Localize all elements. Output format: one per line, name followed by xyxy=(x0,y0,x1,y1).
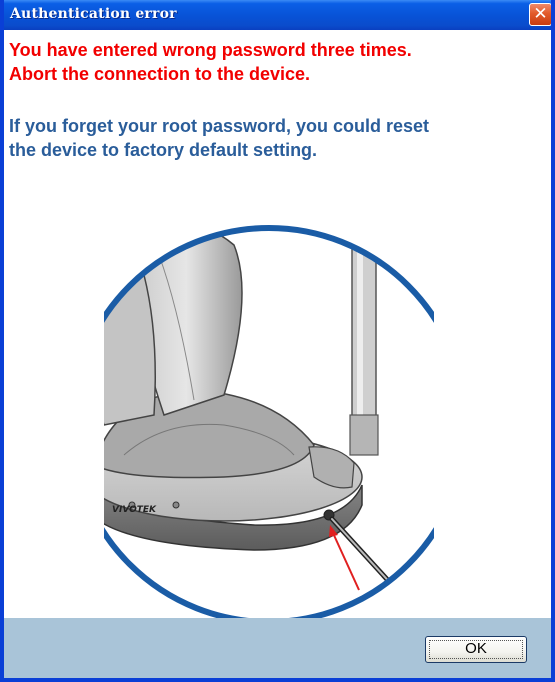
dialog-footer: OK xyxy=(4,618,551,678)
camera-drawing xyxy=(104,228,434,622)
close-icon: ✕ xyxy=(533,4,548,24)
error-message-line-1: You have entered wrong password three ti… xyxy=(9,40,412,60)
error-message-line-2: Abort the connection to the device. xyxy=(9,64,311,84)
info-message: If you forget your root password, you co… xyxy=(9,114,551,162)
info-message-line-2: the device to factory default setting. xyxy=(9,140,318,160)
error-message: You have entered wrong password three ti… xyxy=(9,38,551,86)
reset-button-illustration: VIVOTEK xyxy=(104,225,434,625)
auth-error-dialog: Authentication error ✕ You have entered … xyxy=(0,0,555,682)
brand-label: VIVOTEK xyxy=(112,505,157,515)
dialog-content: You have entered wrong password three ti… xyxy=(4,30,551,648)
dialog-title: Authentication error xyxy=(10,6,177,22)
info-message-line-1: If you forget your root password, you co… xyxy=(9,116,430,136)
ok-button-label: OK xyxy=(465,640,487,657)
close-button[interactable]: ✕ xyxy=(529,3,551,26)
title-bar[interactable]: Authentication error ✕ xyxy=(4,0,551,30)
ok-button[interactable]: OK xyxy=(425,636,527,663)
